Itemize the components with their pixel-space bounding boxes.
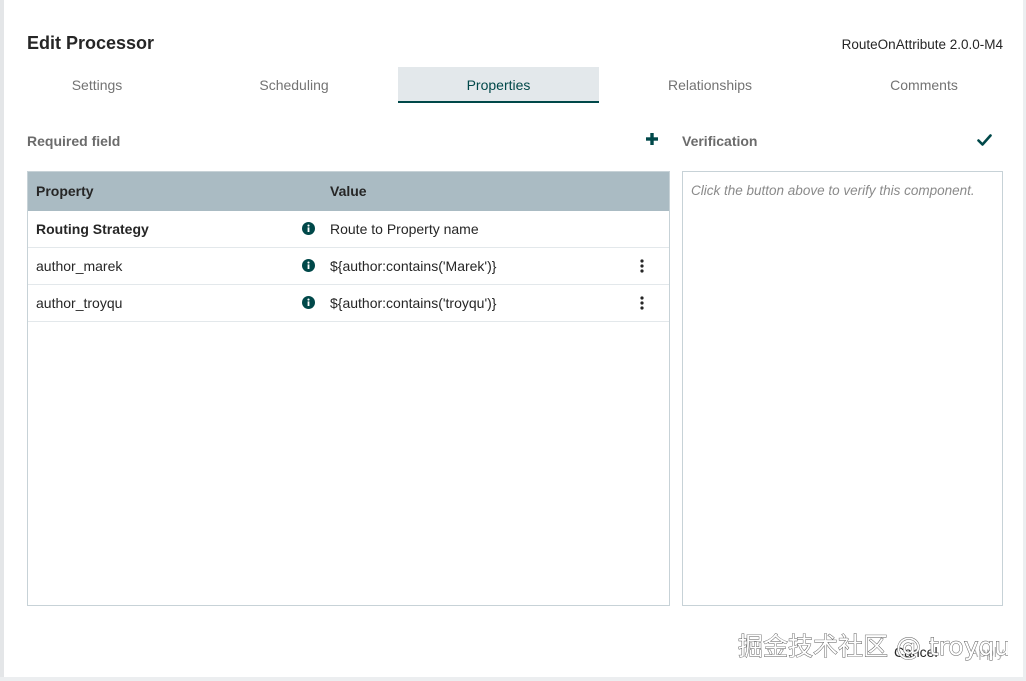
watermark: 掘金技术社区 @ troyqu (736, 627, 1008, 663)
info-icon[interactable] (302, 222, 315, 235)
property-value[interactable]: ${author:contains('Marek')} (330, 248, 496, 284)
property-value[interactable]: ${author:contains('troyqu')} (330, 285, 496, 321)
properties-table: Property Value Routing Strategy Route to… (27, 171, 670, 606)
page: Edit Processor RouteOnAttribute 2.0.0-M4… (0, 0, 1026, 681)
dialog-title: Edit Processor (27, 33, 155, 53)
processor-type-version: RouteOnAttribute 2.0.0-M4 (841, 37, 1003, 52)
verify-button[interactable] (977, 133, 992, 147)
background-canvas-edge (0, 677, 1026, 681)
watermark-label: 掘金技术社区 @ troyqu (738, 632, 1008, 661)
tab-bar: Settings Scheduling Properties Relations… (4, 67, 1023, 103)
tab-relationships[interactable]: Relationships (640, 67, 780, 103)
info-icon[interactable] (302, 259, 315, 272)
property-name: author_marek (36, 258, 123, 274)
property-row-routing-strategy[interactable]: Routing Strategy Route to Property name (28, 211, 669, 248)
plus-icon (646, 133, 658, 145)
verification-message: Click the button above to verify this co… (691, 183, 975, 198)
more-options-icon[interactable] (636, 295, 648, 311)
property-row-author-marek[interactable]: author_marek ${author:contains('Marek')} (28, 248, 669, 285)
tab-comments[interactable]: Comments (854, 67, 994, 103)
watermark-text: 掘金技术社区 @ troyqu (738, 632, 1008, 662)
edit-processor-dialog: Edit Processor RouteOnAttribute 2.0.0-M4… (4, 0, 1023, 677)
property-value[interactable]: Route to Property name (330, 211, 479, 247)
tab-settings[interactable]: Settings (27, 67, 167, 103)
required-field-label: Required field (27, 133, 121, 149)
checkmark-icon (977, 134, 992, 146)
property-name: author_troyqu (36, 295, 123, 311)
properties-table-header: Property Value (28, 172, 669, 211)
tab-properties[interactable]: Properties (398, 67, 599, 103)
verification-panel: Click the button above to verify this co… (682, 171, 1003, 606)
info-icon[interactable] (302, 296, 315, 309)
add-property-button[interactable] (644, 131, 660, 147)
verification-label: Verification (682, 133, 758, 149)
column-header-property[interactable]: Property (36, 172, 94, 211)
more-options-icon[interactable] (636, 258, 648, 274)
column-header-value[interactable]: Value (330, 172, 367, 211)
property-row-author-troyqu[interactable]: author_troyqu ${author:contains('troyqu'… (28, 285, 669, 322)
property-name: Routing Strategy (36, 221, 149, 237)
tab-scheduling[interactable]: Scheduling (224, 67, 364, 103)
